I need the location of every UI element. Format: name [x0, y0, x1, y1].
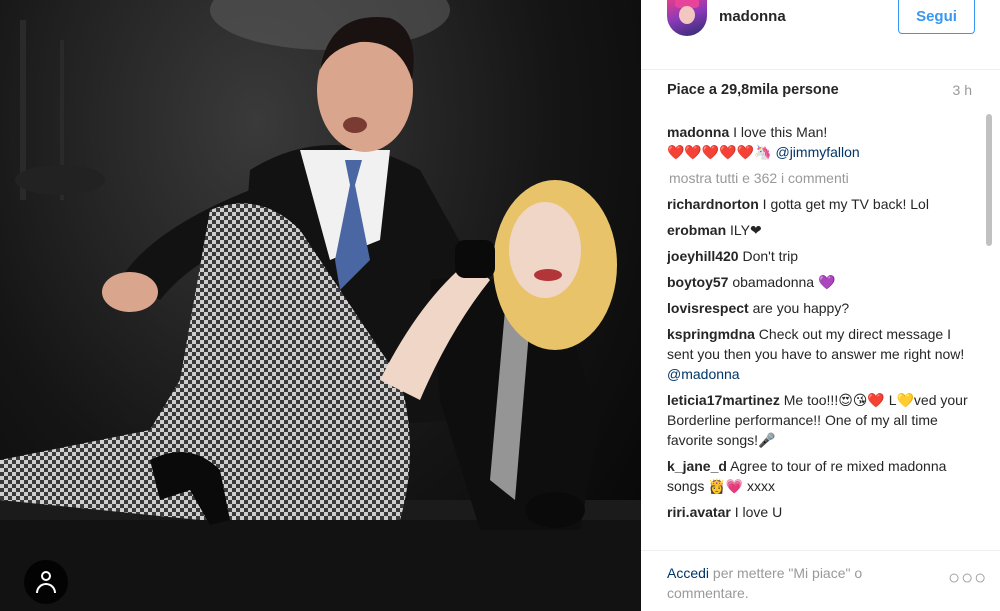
post-header: madonna Segui	[641, 0, 1000, 70]
comment-item: k_jane_d Agree to tour of re mixed madon…	[667, 456, 973, 496]
username-link[interactable]: madonna	[719, 8, 786, 25]
caption-author[interactable]: madonna	[667, 124, 729, 140]
comment-author[interactable]: leticia17martinez	[667, 392, 780, 408]
follow-button[interactable]: Segui	[898, 0, 975, 34]
comment-mention[interactable]: @madonna	[667, 366, 740, 382]
comment-item: joeyhill420 Don't trip	[667, 246, 973, 266]
comment-item: lovisrespect are you happy?	[667, 298, 973, 318]
user-tag-icon[interactable]	[24, 560, 68, 604]
more-options-icon[interactable]: ○○○	[948, 568, 987, 588]
comment-text: Don't trip	[742, 248, 799, 264]
photo-illustration	[0, 0, 641, 611]
caption-emoji: ❤️❤️❤️❤️❤️🦄	[667, 144, 772, 160]
post-timestamp[interactable]: 3 h	[953, 82, 972, 98]
comment-author[interactable]: boytoy57	[667, 274, 728, 290]
user-tag-icon-head	[41, 571, 51, 581]
likes-count[interactable]: Piace a 29,8mila persone	[667, 82, 839, 98]
caption-text: I love this Man!	[733, 124, 828, 140]
post-footer: Accedi per mettere "Mi piace" o commenta…	[641, 550, 1000, 611]
user-tag-icon-shoulders	[36, 583, 56, 593]
comment-text: obamadonna 💜	[732, 274, 836, 290]
comment-item: leticia17martinez Me too!!!😍😘❤️ L💛ved yo…	[667, 390, 973, 450]
comment-item: richardnorton I gotta get my TV back! Lo…	[667, 194, 973, 214]
comment-item: erobman ILY❤	[667, 220, 973, 240]
post-side-panel: madonna Segui Piace a 29,8mila persone 3…	[641, 0, 1000, 611]
comment-author[interactable]: erobman	[667, 222, 726, 238]
caption-mention[interactable]: @jimmyfallon	[775, 144, 859, 160]
comment-author[interactable]: lovisrespect	[667, 300, 749, 316]
comment-text: are you happy?	[752, 300, 850, 316]
comment-author[interactable]: k_jane_d	[667, 458, 727, 474]
post-photo[interactable]	[0, 0, 641, 611]
login-prompt: Accedi per mettere "Mi piace" o commenta…	[667, 563, 917, 603]
avatar-face	[679, 6, 695, 24]
comment-text: I love U	[734, 504, 783, 520]
comment-item: riri.avatar I love U	[667, 502, 973, 522]
login-link[interactable]: Accedi	[667, 565, 709, 581]
caption: madonna I love this Man! ❤️❤️❤️❤️❤️🦄 @ji…	[667, 122, 973, 162]
comment-item: kspringmdna Check out my direct message …	[667, 324, 973, 384]
comments-list: madonna I love this Man! ❤️❤️❤️❤️❤️🦄 @ji…	[667, 122, 973, 550]
comment-item: boytoy57 obamadonna 💜	[667, 272, 973, 292]
comment-author[interactable]: richardnorton	[667, 196, 759, 212]
comment-text: I gotta get my TV back! Lol	[762, 196, 929, 212]
comments-scrollbar[interactable]	[986, 114, 992, 246]
comment-author[interactable]: riri.avatar	[667, 504, 731, 520]
show-all-comments-link[interactable]: mostra tutti e 362 i commenti	[669, 168, 973, 188]
comment-author[interactable]: joeyhill420	[667, 248, 739, 264]
comment-author[interactable]: kspringmdna	[667, 326, 755, 342]
comment-text: ILY❤	[730, 222, 762, 238]
avatar[interactable]	[667, 0, 707, 36]
